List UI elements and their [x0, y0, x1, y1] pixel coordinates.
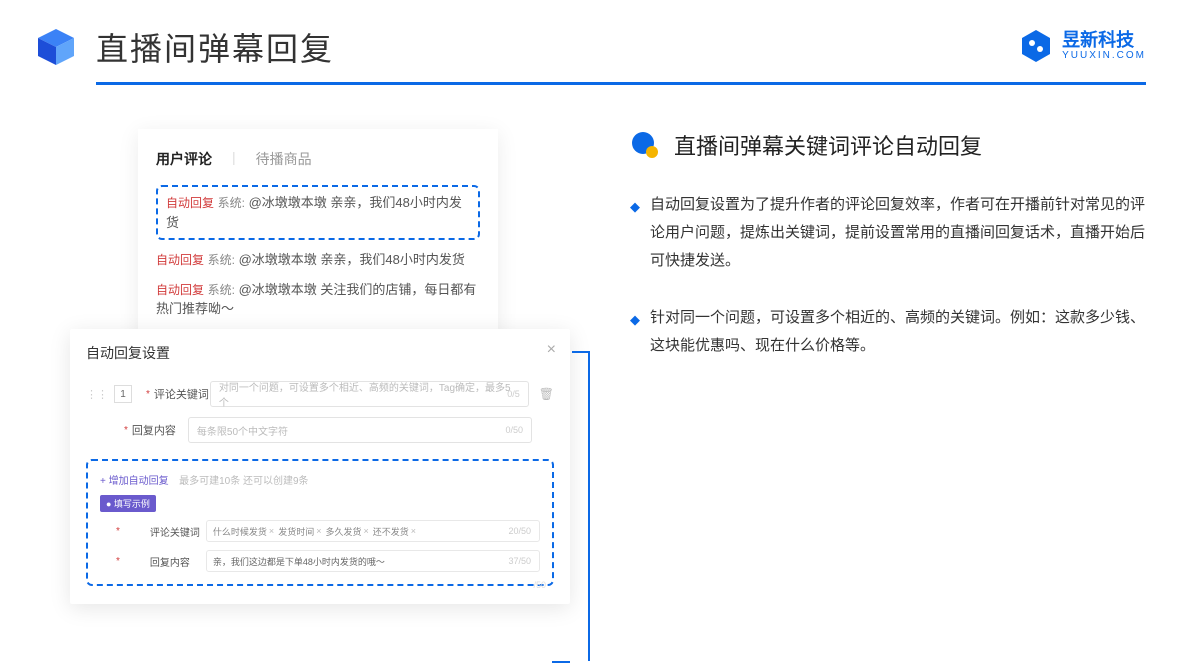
diamond-icon: ◆: [630, 195, 640, 274]
page-title: 直播间弹幕回复: [96, 24, 334, 70]
comment-row: 自动回复 系统: @冰墩墩本墩 关注我们的店铺，每日都有热门推荐呦～: [156, 280, 480, 319]
trash-icon[interactable]: 🗑: [539, 387, 554, 401]
drag-handle-icon[interactable]: ⋮⋮: [86, 388, 108, 401]
example-content-value: 亲，我们这边都是下单48小时内发货的哦～: [213, 555, 385, 568]
example-tag: 什么时候发货×: [213, 525, 274, 538]
bullet-text: 针对同一个问题，可设置多个相近的、高频的关键词。例如：这款多少钱、这块能优惠吗、…: [650, 304, 1146, 360]
example-tag: 多久发货×: [325, 525, 368, 538]
comment-text: @冰墩墩本墩 关注我们的店铺，每日都有热门推荐呦～: [156, 282, 476, 317]
comments-panel: 用户评论 | 待播商品 自动回复 系统: @冰墩墩本墩 亲亲，我们48小时内发货…: [138, 129, 498, 347]
tab-pending-products[interactable]: 待播商品: [256, 149, 312, 169]
index-badge: 1: [114, 385, 132, 403]
auto-reply-tag: 自动回复: [156, 283, 204, 297]
example-keyword-label: 评论关键词: [150, 524, 206, 539]
example-box: + 增加自动回复 最多可建10条 还可以创建9条 ● 填写示例 * 评论关键词 …: [86, 459, 554, 586]
add-auto-reply-link[interactable]: + 增加自动回复: [100, 476, 169, 487]
example-content-count: 37/50: [508, 556, 531, 566]
content-placeholder: 每条限50个中文字符: [197, 423, 288, 438]
example-tag: 还不发货×: [373, 525, 416, 538]
required-marker: *: [116, 526, 120, 537]
modal-title: 自动回复设置: [86, 343, 554, 363]
auto-reply-settings-modal: 自动回复设置 × ⋮⋮ 1 * 评论关键词 对同一个问题，可设置多个相近、高频的…: [70, 329, 570, 604]
keyword-label: 评论关键词: [154, 386, 210, 402]
required-marker: *: [116, 556, 120, 567]
connector-line: [552, 661, 570, 663]
content-input[interactable]: 每条限50个中文字符 0/50: [188, 417, 532, 443]
system-label: 系统:: [208, 253, 235, 267]
keyword-placeholder: 对同一个问题，可设置多个相近、高频的关键词，Tag确定，最多5个: [219, 379, 520, 409]
comment-row: 自动回复 系统: @冰墩墩本墩 亲亲，我们48小时内发货: [156, 250, 480, 270]
example-tag: 发货时间×: [278, 525, 321, 538]
diamond-icon: ◆: [630, 308, 640, 360]
comment-text: @冰墩墩本墩 亲亲，我们48小时内发货: [239, 252, 465, 267]
system-label: 系统:: [208, 283, 235, 297]
content-label: 回复内容: [132, 422, 188, 438]
example-content-row: * 回复内容 亲，我们这边都是下单48小时内发货的哦～ 37/50: [100, 550, 540, 572]
brand-name: 昱新科技: [1062, 31, 1146, 51]
example-badge: ● 填写示例: [100, 495, 156, 512]
required-marker: *: [124, 425, 128, 436]
faded-count: /50: [533, 580, 546, 590]
example-keyword-row: * 评论关键词 什么时候发货× 发货时间× 多久发货× 还不发货× 20/50: [100, 520, 540, 542]
highlighted-reply: 自动回复 系统: @冰墩墩本墩 亲亲，我们48小时内发货: [156, 185, 480, 240]
bullet-item: ◆ 针对同一个问题，可设置多个相近的、高频的关键词。例如：这款多少钱、这块能优惠…: [630, 304, 1146, 360]
example-keyword-input[interactable]: 什么时候发货× 发货时间× 多久发货× 还不发货× 20/50: [206, 520, 540, 542]
keyword-row: ⋮⋮ 1 * 评论关键词 对同一个问题，可设置多个相近、高频的关键词，Tag确定…: [86, 381, 554, 407]
brand-url: YUUXIN.COM: [1062, 50, 1146, 61]
bullet-text: 自动回复设置为了提升作者的评论回复效率，作者可在开播前针对常见的评论用户问题，提…: [650, 191, 1146, 274]
tab-user-comments[interactable]: 用户评论: [156, 149, 212, 169]
system-label: 系统:: [218, 196, 245, 210]
keyword-count: 0/5: [507, 389, 520, 399]
keyword-input[interactable]: 对同一个问题，可设置多个相近、高频的关键词，Tag确定，最多5个 0/5: [210, 381, 529, 407]
example-keyword-count: 20/50: [508, 526, 531, 536]
auto-reply-tag: 自动回复: [156, 253, 204, 267]
connector-line: [572, 351, 590, 661]
auto-reply-tag: 自动回复: [166, 196, 214, 210]
add-hint: 最多可建10条 还可以创建9条: [179, 476, 308, 487]
brand-logo: 昱新科技 YUUXIN.COM: [1018, 28, 1146, 64]
section-title: 直播间弹幕关键词评论自动回复: [674, 129, 982, 161]
example-content-input[interactable]: 亲，我们这边都是下单48小时内发货的哦～ 37/50: [206, 550, 540, 572]
example-content-label: 回复内容: [150, 554, 206, 569]
content-row: * 回复内容 每条限50个中文字符 0/50: [86, 417, 554, 443]
cube-icon: [34, 25, 78, 69]
tab-separator: |: [232, 149, 236, 169]
close-icon[interactable]: ×: [547, 341, 556, 359]
required-marker: *: [146, 389, 150, 400]
bullet-item: ◆ 自动回复设置为了提升作者的评论回复效率，作者可在开播前针对常见的评论用户问题…: [630, 191, 1146, 274]
content-count: 0/50: [505, 425, 523, 435]
bubble-icon: [630, 130, 660, 160]
